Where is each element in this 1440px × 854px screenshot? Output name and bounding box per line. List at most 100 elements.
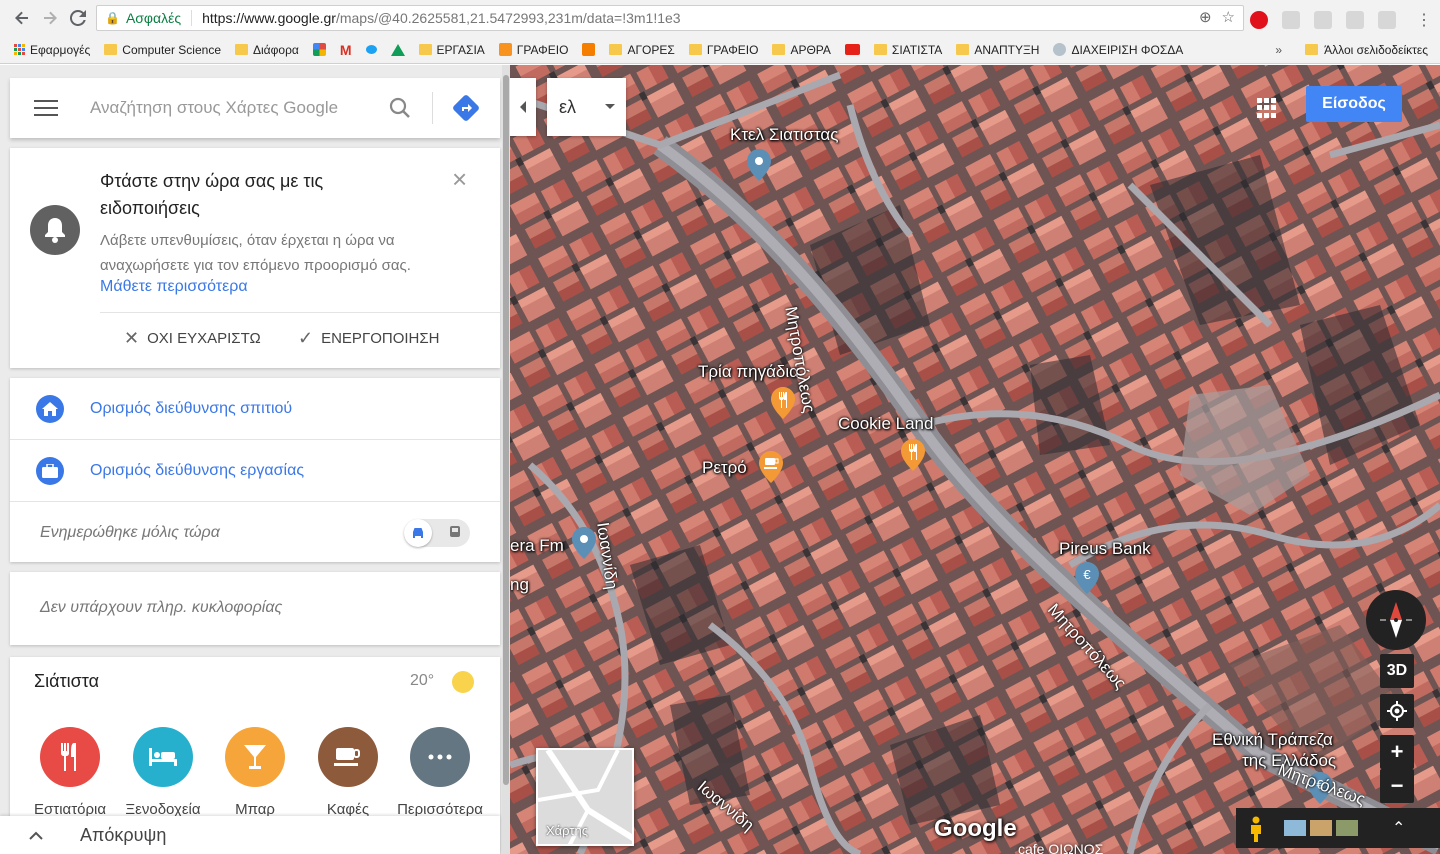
cafe-pin-icon[interactable] xyxy=(759,451,783,483)
browser-menu-icon[interactable]: ⋮ xyxy=(1410,6,1438,34)
apps-grid-icon[interactable] xyxy=(1257,98,1277,118)
url-host: https://www.google.gr xyxy=(202,10,336,26)
translate-extension-icon[interactable] xyxy=(1378,11,1396,29)
collapse-panel-button[interactable] xyxy=(510,78,536,136)
bookmark-star-icon[interactable]: ☆ xyxy=(1222,8,1235,26)
my-location-button[interactable] xyxy=(1380,694,1414,728)
place-label-tria-pigadia[interactable]: Τρία πηγάδια xyxy=(698,362,799,382)
updated-row: Ενημερώθηκε μόλις τώρα xyxy=(10,502,500,563)
place-label-ethniki[interactable]: Εθνική Τράπεζα xyxy=(1212,730,1333,750)
bookmark-folder[interactable]: ΓΡΑΦΕΙΟ xyxy=(688,43,758,57)
apps-grid-icon xyxy=(14,44,25,55)
back-icon[interactable] xyxy=(8,4,36,32)
pegman-icon[interactable] xyxy=(1246,816,1266,842)
place-label-retro[interactable]: Ρετρό xyxy=(702,458,747,478)
hide-panel-bar[interactable]: Απόκρυψη xyxy=(0,816,500,854)
bookmark-gmail[interactable]: M xyxy=(340,42,352,58)
svg-text:€: € xyxy=(1083,567,1091,582)
map-type-toggle[interactable]: Χάρτης xyxy=(536,748,634,846)
3d-toggle-button[interactable]: 3D xyxy=(1380,654,1414,688)
category-restaurants[interactable]: Εστιατόρια xyxy=(34,727,106,818)
place-label-era-fm[interactable]: era Fm xyxy=(510,536,564,556)
folder-icon xyxy=(609,44,623,55)
travel-mode-toggle[interactable] xyxy=(404,518,470,547)
place-label-ktel[interactable]: Κτελ Σιατιστας xyxy=(730,125,838,145)
language-selector[interactable]: ελ xyxy=(547,78,626,136)
category-hotels[interactable]: Ξενοδοχεία xyxy=(125,727,201,818)
category-coffee[interactable]: Καφές xyxy=(318,727,378,818)
bookmark-youtube[interactable] xyxy=(844,44,860,55)
photos-icon xyxy=(312,43,326,56)
category-bars[interactable]: Μπαρ xyxy=(225,727,285,818)
bookmark-office[interactable]: ΓΡΑΦΕΙΟ xyxy=(498,43,568,57)
zoom-in-button[interactable]: + xyxy=(1380,735,1414,769)
panel-scrollbar[interactable] xyxy=(502,65,510,854)
bookmark-folder[interactable]: ΑΡΘΡΑ xyxy=(772,43,831,57)
bookmark-folder[interactable]: Διάφορα xyxy=(235,43,299,57)
imagery-thumbnail[interactable] xyxy=(1336,820,1358,836)
hotel-icon xyxy=(133,727,193,787)
more-icon xyxy=(410,727,470,787)
bookmarks-overflow[interactable]: » xyxy=(1275,43,1282,57)
place-label-pireus-bank[interactable]: Pireus Bank xyxy=(1059,539,1151,559)
address-bar[interactable]: 🔒 Ασφαλές https://www.google.gr/maps/@40… xyxy=(96,5,1244,31)
opera-extension-icon[interactable] xyxy=(1250,11,1268,29)
bookmark-drive[interactable] xyxy=(390,43,405,56)
category-more[interactable]: Περισσότερα xyxy=(397,727,483,818)
bookmark-folder[interactable]: Computer Science xyxy=(104,43,221,57)
avg-extension-icon[interactable] xyxy=(1314,11,1332,29)
bank-pin-icon[interactable]: € xyxy=(1075,562,1099,594)
satellite-map[interactable]: ελ Είσοδος Κτελ Σιατιστας Τρία πηγάδια C… xyxy=(510,65,1440,854)
office-icon xyxy=(498,43,512,56)
bookmark-fosda[interactable]: ΔΙΑΧΕΙΡΙΣΗ ΦΟΣΔΑ xyxy=(1053,43,1183,57)
bookmark-twitter[interactable] xyxy=(365,45,377,54)
notification-body: Λάβετε υπενθυμίσεις, όταν έρχεται η ώρα … xyxy=(100,232,411,274)
imagery-thumbnail[interactable] xyxy=(1310,820,1332,836)
enable-button[interactable]: ✓ ΕΝΕΡΓΟΠΟΙΗΣΗ xyxy=(298,328,439,349)
folder-icon xyxy=(1305,44,1319,55)
set-home-row[interactable]: Ορισμός διεύθυνσης σπιτιού xyxy=(10,378,500,439)
signin-button[interactable]: Είσοδος xyxy=(1306,86,1402,122)
compass-control[interactable] xyxy=(1366,590,1426,650)
search-icon[interactable] xyxy=(386,94,414,122)
expand-icon[interactable]: ⌃ xyxy=(1392,818,1405,838)
bookmark-folder[interactable]: ΣΙΑΤΙΣΤΑ xyxy=(873,43,942,57)
other-bookmarks[interactable]: Άλλοι σελιδοδείκτες xyxy=(1305,43,1428,57)
zoom-icon[interactable]: ⊕ xyxy=(1199,8,1212,26)
restaurant-icon xyxy=(40,727,100,787)
notification-title: Φτάστε στην ώρα σας με τις ειδοποιήσεις xyxy=(100,171,324,218)
reload-icon[interactable] xyxy=(64,4,92,32)
menu-icon[interactable] xyxy=(34,100,58,116)
zoom-out-button[interactable]: − xyxy=(1380,769,1414,803)
place-label-cookie-land[interactable]: Cookie Land xyxy=(838,414,933,434)
close-icon[interactable]: × xyxy=(452,166,467,192)
sun-icon xyxy=(452,671,474,693)
folder-icon xyxy=(235,44,248,55)
learn-more-link[interactable]: Μάθετε περισσότερα xyxy=(100,278,248,296)
search-input[interactable] xyxy=(90,98,366,118)
bookmark-folder[interactable]: ΕΡΓΑΣΙΑ xyxy=(418,43,485,57)
extension-icon[interactable] xyxy=(1282,11,1300,29)
side-panel: Φτάστε στην ώρα σας με τις ειδοποιήσεις … xyxy=(0,65,510,854)
google-logo: Google xyxy=(934,815,1017,842)
bookmark-folder[interactable]: ΑΝΑΠΤΥΞΗ xyxy=(956,43,1039,57)
bookmark-blogger[interactable] xyxy=(582,43,596,56)
coffee-icon xyxy=(318,727,378,787)
bookmark-photos[interactable] xyxy=(312,43,326,56)
briefcase-icon xyxy=(36,456,64,485)
place-pin-icon[interactable] xyxy=(747,149,771,181)
train-icon[interactable] xyxy=(446,524,464,542)
restaurant-pin-icon[interactable] xyxy=(901,439,925,471)
imagery-thumbnail[interactable] xyxy=(1284,820,1306,836)
bell-icon xyxy=(30,205,80,255)
secure-label: Ασφαλές xyxy=(126,10,193,26)
decline-button[interactable]: ✕ ΟΧΙ ΕΥΧΑΡΙΣΤΩ xyxy=(124,328,261,349)
restaurant-pin-icon[interactable] xyxy=(771,387,795,419)
forward-icon[interactable] xyxy=(36,4,64,32)
bookmark-apps[interactable]: Εφαρμογές xyxy=(14,43,90,57)
cloud-extension-icon[interactable] xyxy=(1346,11,1364,29)
directions-icon[interactable] xyxy=(452,94,480,122)
bookmark-folder[interactable]: ΑΓΟΡΕΣ xyxy=(609,43,675,57)
set-work-row[interactable]: Ορισμός διεύθυνσης εργασίας xyxy=(10,440,500,501)
car-icon[interactable] xyxy=(404,518,432,547)
